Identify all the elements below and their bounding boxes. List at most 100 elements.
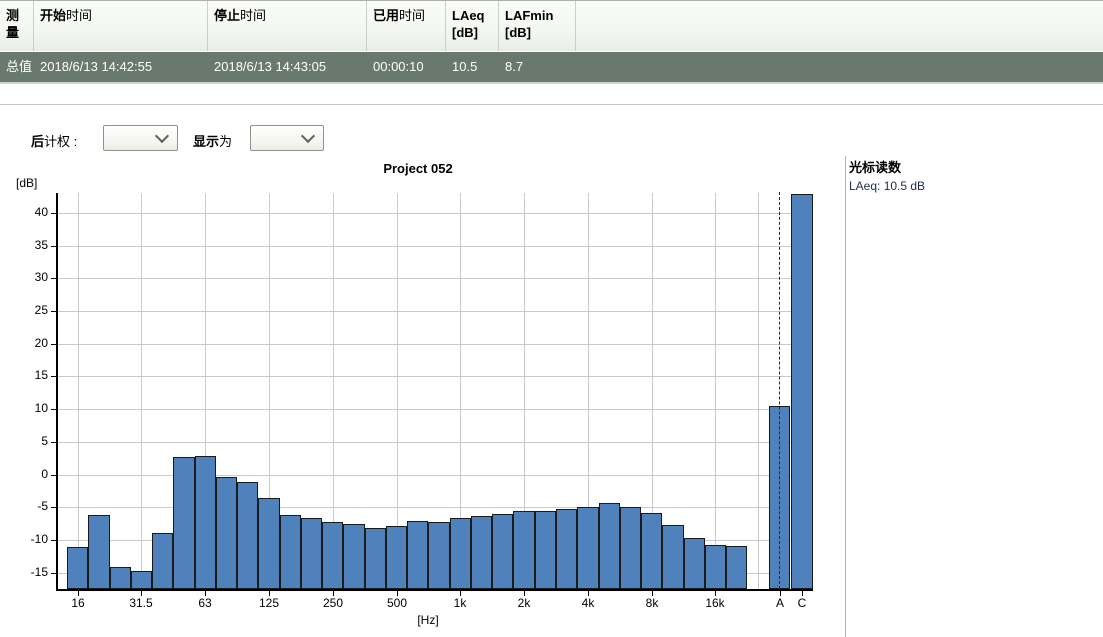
y-tick-label: 20 xyxy=(8,336,48,350)
h-gridline xyxy=(57,475,813,476)
spectrum-bar-200[interactable] xyxy=(301,518,322,589)
panel-separator xyxy=(845,156,846,637)
cell-stop-time[interactable]: 2018/6/13 14:43:05 xyxy=(208,52,367,82)
y-tick-label: -10 xyxy=(8,532,48,546)
spectrum-bar-8k[interactable] xyxy=(641,513,662,589)
h-gridline xyxy=(57,246,813,247)
spectrum-bar-31.5[interactable] xyxy=(131,571,152,589)
spectrum-bar-20k[interactable] xyxy=(726,546,747,589)
measurement-app: 测量 开始时间 停止时间 已用时间 LAeq [dB] LAFmin [dB] … xyxy=(0,0,1103,637)
col-header-empty xyxy=(576,1,1103,51)
cell-measurement[interactable]: 总值 xyxy=(0,52,34,82)
separator-line xyxy=(0,104,1103,105)
col-header-text: LAFmin xyxy=(505,8,553,23)
v-gridline xyxy=(758,193,759,589)
spectrum-bar-160[interactable] xyxy=(280,515,301,589)
col-header-measurement: 测量 xyxy=(0,1,34,51)
spectrum-bar-12.5k[interactable] xyxy=(684,538,705,589)
x-tick-label: 250 xyxy=(311,596,355,610)
col-header-text: 开始 xyxy=(40,8,66,23)
spectrum-bar-80[interactable] xyxy=(216,477,237,589)
cell-laeq[interactable]: 10.5 xyxy=(446,52,499,82)
spectrum-bar-250[interactable] xyxy=(322,522,343,589)
spectrum-bar-400[interactable] xyxy=(365,528,386,589)
spectrum-bar-500[interactable] xyxy=(386,526,407,589)
x-tick-label: 2k xyxy=(502,596,546,610)
col-header-lafmin: LAFmin [dB] xyxy=(499,1,576,51)
x-tick-label: 31.5 xyxy=(119,596,163,610)
spectrum-bar-125[interactable] xyxy=(258,498,280,589)
spectrum-bar-5k[interactable] xyxy=(599,503,620,589)
post-weighting-label: 后计权 : xyxy=(31,131,77,150)
h-gridline xyxy=(57,213,813,214)
cell-elapsed-time[interactable]: 00:00:10 xyxy=(367,52,446,82)
x-tick-label: 63 xyxy=(183,596,227,610)
spectrum-bar-16[interactable] xyxy=(67,547,88,589)
spectrum-bar-25[interactable] xyxy=(110,567,131,589)
spectrum-bar-6.3k[interactable] xyxy=(620,507,641,589)
x-tick-label: 4k xyxy=(566,596,610,610)
y-tick-label: -5 xyxy=(8,499,48,513)
spectrum-bar-4k[interactable] xyxy=(577,507,599,589)
col-header-stop-time: 停止时间 xyxy=(208,1,367,51)
col-header-elapsed-time: 已用时间 xyxy=(367,1,446,51)
chart-title: Project 052 xyxy=(57,161,779,176)
y-tick-label: -15 xyxy=(8,565,48,579)
h-gridline xyxy=(57,376,813,377)
x-axis-unit-label: [Hz] xyxy=(398,613,458,627)
results-table-header: 测量 开始时间 停止时间 已用时间 LAeq [dB] LAFmin [dB] xyxy=(0,0,1103,51)
chart-cursor-line[interactable] xyxy=(779,192,780,589)
spectrum-bar-40[interactable] xyxy=(152,533,173,589)
h-gridline xyxy=(57,278,813,279)
spectrum-bar-315[interactable] xyxy=(343,524,365,589)
post-weighting-select[interactable] xyxy=(103,125,178,151)
col-header-laeq: LAeq [dB] xyxy=(446,1,499,51)
c-weighted-bar[interactable] xyxy=(791,194,813,589)
col-header-text: 停止 xyxy=(214,8,240,23)
display-as-select[interactable] xyxy=(250,125,324,151)
y-axis-line xyxy=(56,193,58,591)
spectrum-bar-1.6k[interactable] xyxy=(492,514,513,589)
h-gridline xyxy=(57,507,813,508)
spectrum-bar-100[interactable] xyxy=(237,482,258,589)
spectrum-bar-16k[interactable] xyxy=(705,545,726,589)
y-tick-label: 35 xyxy=(8,238,48,252)
spectrum-bar-50[interactable] xyxy=(173,457,195,589)
y-tick-label: 30 xyxy=(8,270,48,284)
y-axis-unit-label: [dB] xyxy=(16,176,37,190)
y-tick-label: 10 xyxy=(8,401,48,415)
spectrum-bar-20[interactable] xyxy=(88,515,110,589)
col-header-start-time: 开始时间 xyxy=(34,1,208,51)
col-header-text: 已用 xyxy=(373,8,399,23)
spectrum-bar-1k[interactable] xyxy=(450,518,471,589)
x-tick-label: C xyxy=(780,596,824,610)
y-tick-label: 5 xyxy=(8,434,48,448)
cell-lafmin[interactable]: 8.7 xyxy=(499,52,576,82)
spectrum-bar-3.15k[interactable] xyxy=(556,509,577,589)
h-gridline xyxy=(57,442,813,443)
x-tick-label: 8k xyxy=(630,596,674,610)
x-tick-label: 1k xyxy=(438,596,482,610)
y-tick-label: 15 xyxy=(8,368,48,382)
v-gridline xyxy=(141,193,142,589)
display-as-label: 显示为 xyxy=(193,131,232,150)
x-tick-label: 16 xyxy=(56,596,100,610)
spectrum-bar-630[interactable] xyxy=(407,521,428,589)
chevron-down-icon xyxy=(301,129,315,143)
y-tick-label: 40 xyxy=(8,205,48,219)
v-gridline xyxy=(715,193,716,589)
spectrum-bar-2k[interactable] xyxy=(513,511,535,589)
spectrum-bar-10k[interactable] xyxy=(662,525,684,589)
h-gridline xyxy=(57,409,813,410)
cell-start-time[interactable]: 2018/6/13 14:42:55 xyxy=(34,52,208,82)
h-gridline xyxy=(57,344,813,345)
spectrum-bar-1.25k[interactable] xyxy=(471,516,492,589)
results-table-selected-row[interactable]: 总值 2018/6/13 14:42:55 2018/6/13 14:43:05… xyxy=(0,52,1103,84)
spectrum-bar-63[interactable] xyxy=(195,456,216,589)
chevron-down-icon xyxy=(155,129,169,143)
col-header-text: LAeq xyxy=(452,8,485,23)
spectrum-bar-800[interactable] xyxy=(428,522,450,589)
cursor-panel-title: 光标读数 xyxy=(849,157,901,176)
spectrum-bar-2.5k[interactable] xyxy=(535,511,556,589)
x-axis-line xyxy=(57,589,813,591)
